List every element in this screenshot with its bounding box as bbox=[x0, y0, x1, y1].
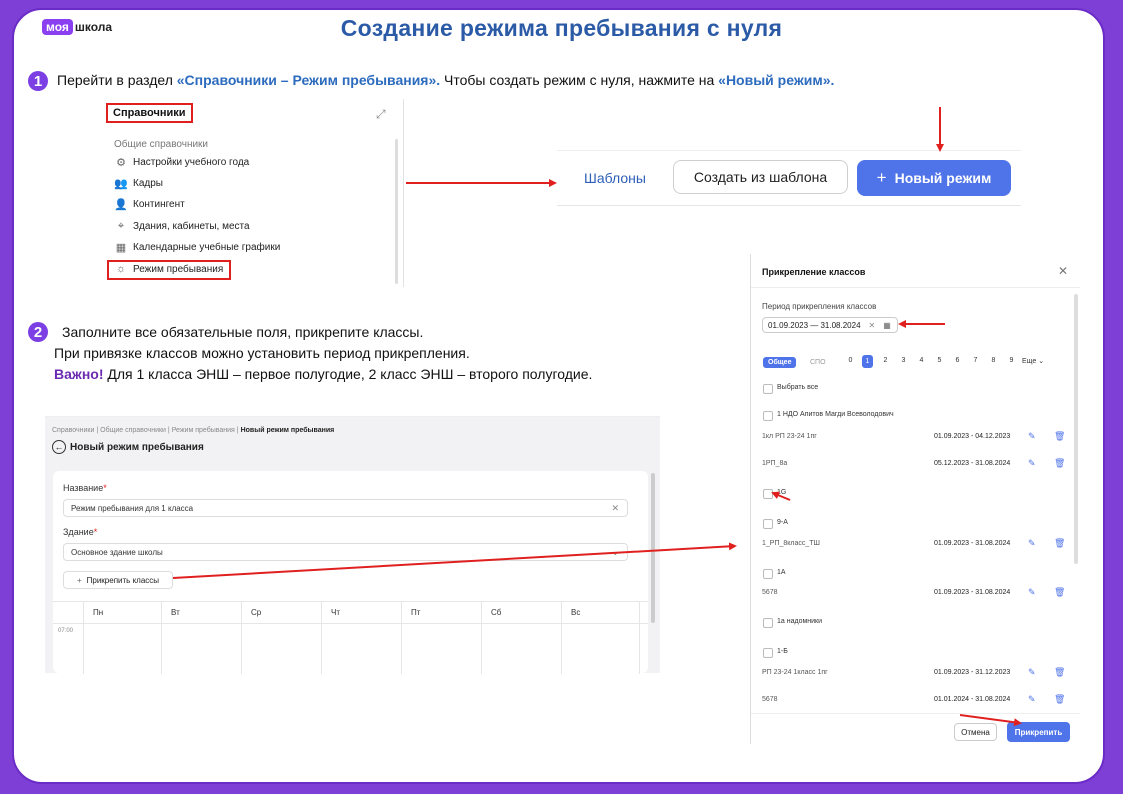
arrow-to-checkbox bbox=[771, 491, 791, 501]
arrow-to-modal bbox=[172, 542, 737, 579]
arrow-to-attach bbox=[959, 714, 1022, 727]
annotation-arrows bbox=[172, 107, 1022, 727]
